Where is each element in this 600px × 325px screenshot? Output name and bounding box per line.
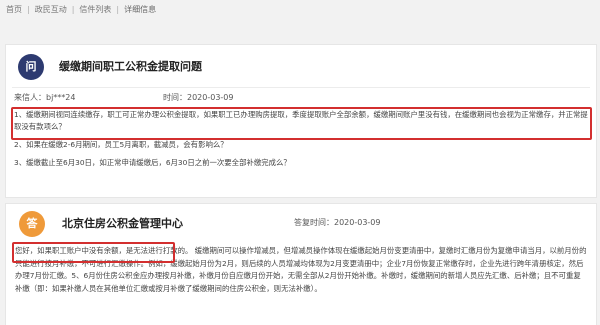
breadcrumb: 首页 | 政民互动 | 信件列表 | 详细信息 xyxy=(6,4,156,15)
sender-label: 来信人：bj***24 xyxy=(14,93,76,102)
breadcrumb-separator: | xyxy=(116,5,120,14)
breadcrumb-home[interactable]: 首页 xyxy=(6,5,22,14)
answer-card: 答 北京住房公积金管理中心 答复时间：2020-03-09 您好，如果职工账户中… xyxy=(5,203,597,325)
answer-highlight-text: 您好，如果职工账户中没有余额，是无法进行打款的。 xyxy=(15,246,193,255)
question-item: 3、缓缴截止至6月30日，如正常申请缓缴后，6月30日之前一次要全部补缴完成么？ xyxy=(14,158,291,167)
breadcrumb-letter-list[interactable]: 信件列表 xyxy=(79,5,111,14)
answer-time: 答复时间：2020-03-09 xyxy=(294,218,381,227)
breadcrumb-separator: | xyxy=(27,5,30,14)
answer-org: 北京住房公积金管理中心 xyxy=(62,217,183,230)
question-item: 2、如果在缓缴2-6月期间，员工5月离职，截减员，会有影响么？ xyxy=(14,140,228,149)
question-time: 时间：2020-03-09 xyxy=(163,93,234,102)
question-badge: 问 xyxy=(18,54,44,80)
divider xyxy=(12,87,590,88)
breadcrumb-current: 详细信息 xyxy=(124,5,157,14)
question-card: 问 缓缴期间职工公积金提取问题 来信人：bj***24 时间：2020-03-0… xyxy=(5,44,597,198)
question-list: 1、缓缴期间视同连续缴存，职工可正常办理公积金提取，如果职工已办理购房提取，季度… xyxy=(14,109,588,169)
answer-text: 您好，如果职工账户中没有余额，是无法进行打款的。 缓缴期间可以操作增减员，但增减… xyxy=(15,245,587,295)
breadcrumb-separator: | xyxy=(71,5,75,14)
answer-badge: 答 xyxy=(19,211,45,237)
breadcrumb-interaction[interactable]: 政民互动 xyxy=(35,5,67,14)
question-item: 1、缓缴期间视同连续缴存，职工可正常办理公积金提取，如果职工已办理购房提取，季度… xyxy=(14,110,588,131)
question-title: 缓缴期间职工公积金提取问题 xyxy=(59,60,202,73)
